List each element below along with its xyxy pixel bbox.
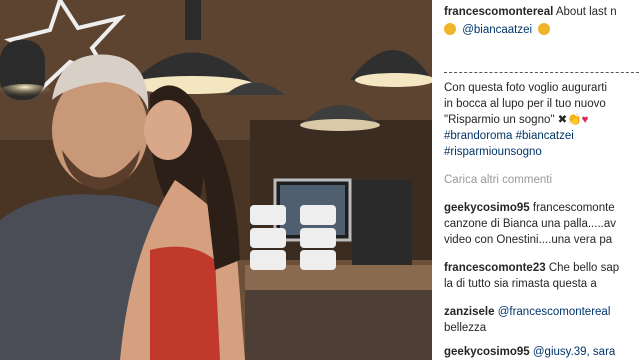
caption-header: francescomontereal About last n xyxy=(444,4,617,20)
comment-4: geekycosimo95 @giusy.39, sara xyxy=(444,344,615,360)
comment-mention[interactable]: @giusy.39, sara xyxy=(533,346,615,358)
caption-quote: "Risparmio un sogno" xyxy=(444,114,555,126)
caption-body-line-1: Con questa foto voglio augurarti xyxy=(444,82,608,94)
hashtag[interactable]: #risparmiounsogno xyxy=(444,146,542,158)
winking-emoji-icon xyxy=(538,23,551,35)
comment-line: video con Onestini....una vera pa xyxy=(444,234,613,246)
comment-3: zanzisele @francescomontereal xyxy=(444,304,610,320)
comment-username[interactable]: zanzisele xyxy=(444,306,495,318)
hashtag[interactable]: #brandoroma xyxy=(444,130,512,142)
comment-mention[interactable]: @francescomontereal xyxy=(498,306,611,318)
comment-text: francescomonte xyxy=(532,202,615,214)
caption-divider xyxy=(444,72,640,73)
comment-1: geekycosimo95 francescomonte xyxy=(444,200,615,216)
comment-username[interactable]: francescomonte23 xyxy=(444,262,546,274)
caption-mention[interactable]: @biancaatzei xyxy=(462,24,532,36)
caption-text: About last n xyxy=(555,6,617,18)
post-sidebar: francescomontereal About last n @biancaa… xyxy=(432,0,640,360)
comment-username[interactable]: geekycosimo95 xyxy=(444,346,530,358)
hashtags-line-2: #risparmiounsogno xyxy=(444,144,542,160)
heart-emoji-icon: ♥ xyxy=(581,114,589,126)
comment-line: la di tutto sia rimasta questa a xyxy=(444,278,597,290)
comment-2: francescomonte23 Che bello sap xyxy=(444,260,619,276)
laughing-emoji-icon xyxy=(444,23,456,35)
comment-line: canzone di Bianca una palla.....av xyxy=(444,218,616,230)
hashtags-line-1: #brandoroma #biancatzei xyxy=(444,128,574,144)
comment-line: bellezza xyxy=(444,322,487,334)
comment-username[interactable]: geekycosimo95 xyxy=(444,202,530,214)
sparkle-emoji-icon: ✖ xyxy=(557,114,568,126)
load-more-comments-link[interactable]: Carica altri commenti xyxy=(444,172,552,188)
post-photo xyxy=(0,0,432,360)
post-username[interactable]: francescomontereal xyxy=(444,6,553,18)
hashtag[interactable]: #biancatzei xyxy=(516,130,574,142)
caption-mention-line: @biancaatzei xyxy=(444,22,553,38)
clap-emoji-icon: 👏 xyxy=(567,114,582,126)
caption-body-line-2: in bocca al lupo per il tuo nuovo xyxy=(444,98,606,110)
caption-body-line-3: "Risparmio un sogno" ✖👏♥ xyxy=(444,112,588,128)
comment-text: Che bello sap xyxy=(548,262,620,274)
